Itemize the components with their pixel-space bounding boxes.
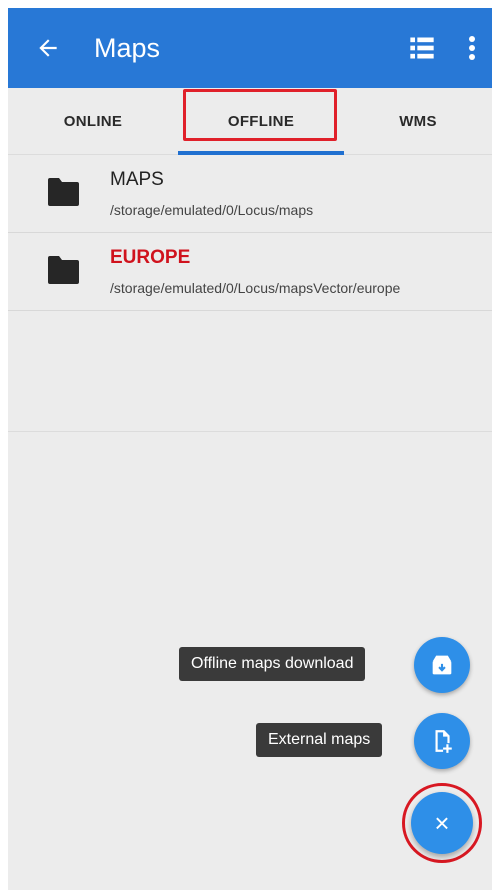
app-bar: Maps (8, 8, 492, 88)
divider (8, 431, 492, 432)
tab-online[interactable]: ONLINE (8, 88, 178, 154)
list-view-button[interactable] (406, 32, 438, 64)
more-vert-icon (469, 36, 475, 60)
tab-wms[interactable]: WMS (344, 88, 492, 154)
folder-icon (48, 178, 79, 206)
fab-menu-item-offline-download[interactable]: Offline maps download (179, 647, 366, 681)
folder-name: MAPS (110, 169, 164, 190)
external-maps-label: External maps (256, 723, 383, 757)
external-maps-button[interactable] (414, 713, 470, 769)
folder-path: /storage/emulated/0/Locus/maps (110, 202, 314, 218)
folder-name: EUROPE (110, 247, 191, 268)
list-item[interactable]: MAPS /storage/emulated/0/Locus/maps (8, 155, 492, 233)
offline-maps-download-label: Offline maps download (179, 647, 366, 681)
list-item[interactable]: EUROPE /storage/emulated/0/Locus/mapsVec… (8, 233, 492, 311)
offline-maps-download-button[interactable] (414, 637, 470, 693)
close-fab-button[interactable]: × (411, 792, 473, 854)
tab-highlight-box (183, 89, 337, 141)
overflow-menu-button[interactable] (460, 32, 484, 64)
page-title: Maps (94, 33, 161, 63)
arrow-left-icon (39, 39, 57, 57)
list-view-icon (410, 37, 434, 59)
folder-icon (48, 256, 79, 284)
back-button[interactable] (32, 32, 64, 64)
add-file-icon (435, 730, 452, 753)
store-download-icon (432, 655, 452, 675)
close-icon: × (434, 807, 450, 838)
screen: Maps ONLINE OFFLINE WMS MAPS /storage/em… (8, 8, 492, 890)
folder-path: /storage/emulated/0/Locus/mapsVector/eur… (110, 280, 401, 296)
fab-menu-item-external-maps[interactable]: External maps (256, 723, 383, 757)
folder-list: MAPS /storage/emulated/0/Locus/maps EURO… (8, 155, 492, 311)
